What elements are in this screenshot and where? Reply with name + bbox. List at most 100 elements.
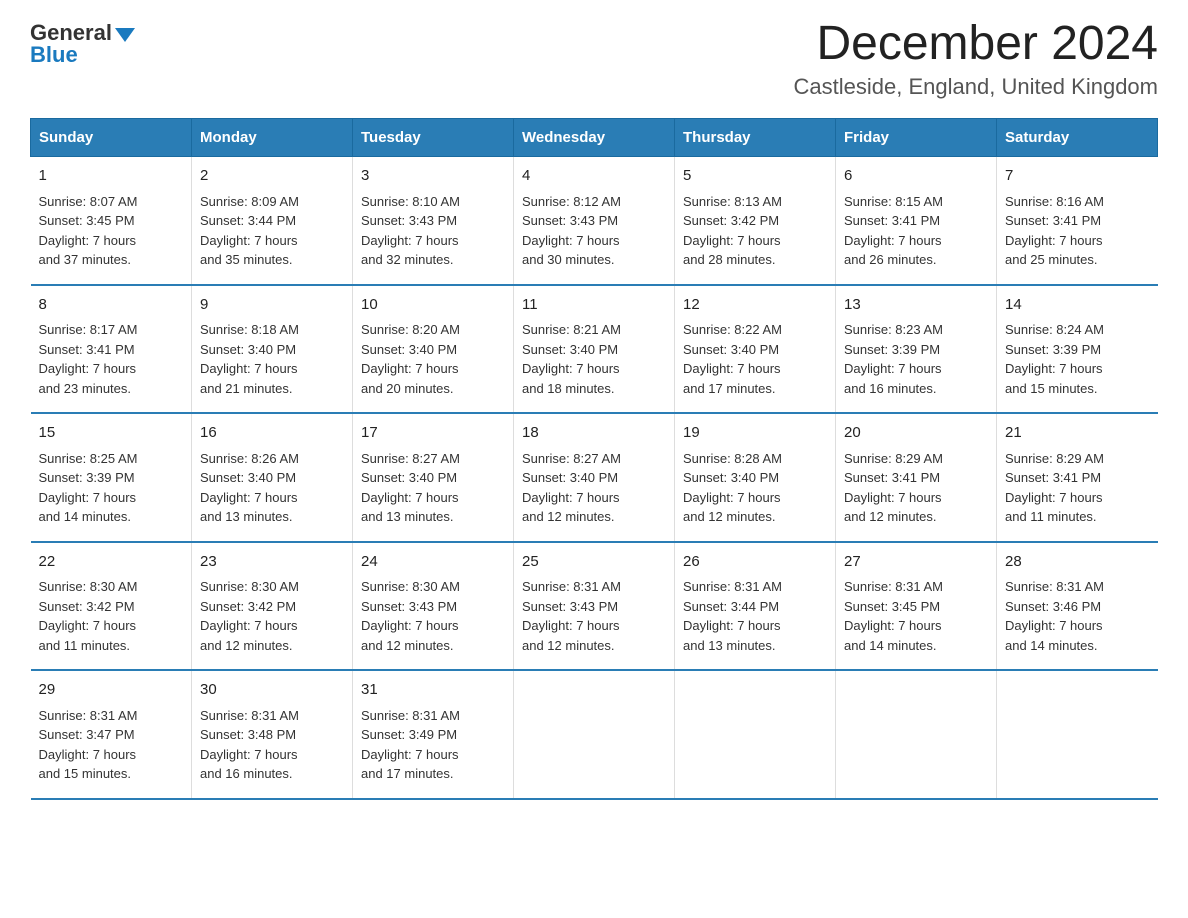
header-wednesday: Wednesday (514, 119, 675, 157)
table-row: 23 Sunrise: 8:30 AM Sunset: 3:42 PM Dayl… (192, 542, 353, 671)
daylight-info-2: and 28 minutes. (683, 250, 827, 270)
sunrise-info: Sunrise: 8:17 AM (39, 320, 184, 340)
calendar-week-row: 29 Sunrise: 8:31 AM Sunset: 3:47 PM Dayl… (31, 670, 1158, 799)
table-row: 27 Sunrise: 8:31 AM Sunset: 3:45 PM Dayl… (836, 542, 997, 671)
daylight-info-2: and 12 minutes. (683, 507, 827, 527)
sunset-info: Sunset: 3:40 PM (361, 468, 505, 488)
daylight-info-2: and 16 minutes. (200, 764, 344, 784)
day-number: 24 (361, 551, 505, 574)
sunset-info: Sunset: 3:41 PM (1005, 211, 1150, 231)
day-number: 29 (39, 679, 184, 702)
sunset-info: Sunset: 3:43 PM (522, 597, 666, 617)
day-number: 11 (522, 294, 666, 317)
day-number: 2 (200, 165, 344, 188)
daylight-info-2: and 25 minutes. (1005, 250, 1150, 270)
table-row (514, 670, 675, 799)
page-header: General Blue December 2024 Castleside, E… (30, 20, 1158, 100)
sunrise-info: Sunrise: 8:29 AM (844, 449, 988, 469)
daylight-info: Daylight: 7 hours (200, 616, 344, 636)
table-row: 9 Sunrise: 8:18 AM Sunset: 3:40 PM Dayli… (192, 285, 353, 414)
table-row: 30 Sunrise: 8:31 AM Sunset: 3:48 PM Dayl… (192, 670, 353, 799)
table-row: 25 Sunrise: 8:31 AM Sunset: 3:43 PM Dayl… (514, 542, 675, 671)
daylight-info: Daylight: 7 hours (361, 359, 505, 379)
day-number: 23 (200, 551, 344, 574)
daylight-info: Daylight: 7 hours (39, 488, 184, 508)
daylight-info-2: and 32 minutes. (361, 250, 505, 270)
daylight-info: Daylight: 7 hours (683, 359, 827, 379)
day-number: 5 (683, 165, 827, 188)
table-row: 29 Sunrise: 8:31 AM Sunset: 3:47 PM Dayl… (31, 670, 192, 799)
location-subtitle: Castleside, England, United Kingdom (794, 74, 1158, 100)
daylight-info: Daylight: 7 hours (200, 359, 344, 379)
day-number: 7 (1005, 165, 1150, 188)
logo-blue-text: Blue (30, 42, 78, 68)
sunset-info: Sunset: 3:42 PM (200, 597, 344, 617)
day-number: 31 (361, 679, 505, 702)
sunrise-info: Sunrise: 8:30 AM (361, 577, 505, 597)
sunrise-info: Sunrise: 8:07 AM (39, 192, 184, 212)
sunrise-info: Sunrise: 8:24 AM (1005, 320, 1150, 340)
daylight-info-2: and 26 minutes. (844, 250, 988, 270)
day-number: 28 (1005, 551, 1150, 574)
sunrise-info: Sunrise: 8:13 AM (683, 192, 827, 212)
sunrise-info: Sunrise: 8:26 AM (200, 449, 344, 469)
day-number: 20 (844, 422, 988, 445)
table-row: 24 Sunrise: 8:30 AM Sunset: 3:43 PM Dayl… (353, 542, 514, 671)
daylight-info-2: and 37 minutes. (39, 250, 184, 270)
daylight-info-2: and 14 minutes. (1005, 636, 1150, 656)
sunrise-info: Sunrise: 8:10 AM (361, 192, 505, 212)
sunrise-info: Sunrise: 8:23 AM (844, 320, 988, 340)
month-year-title: December 2024 (794, 20, 1158, 68)
day-number: 8 (39, 294, 184, 317)
table-row (675, 670, 836, 799)
table-row (836, 670, 997, 799)
daylight-info-2: and 15 minutes. (39, 764, 184, 784)
sunrise-info: Sunrise: 8:31 AM (39, 706, 184, 726)
sunset-info: Sunset: 3:40 PM (522, 340, 666, 360)
sunset-info: Sunset: 3:41 PM (1005, 468, 1150, 488)
sunrise-info: Sunrise: 8:31 AM (361, 706, 505, 726)
table-row: 22 Sunrise: 8:30 AM Sunset: 3:42 PM Dayl… (31, 542, 192, 671)
sunset-info: Sunset: 3:39 PM (1005, 340, 1150, 360)
table-row: 8 Sunrise: 8:17 AM Sunset: 3:41 PM Dayli… (31, 285, 192, 414)
sunrise-info: Sunrise: 8:31 AM (844, 577, 988, 597)
header-sunday: Sunday (31, 119, 192, 157)
sunrise-info: Sunrise: 8:22 AM (683, 320, 827, 340)
table-row: 18 Sunrise: 8:27 AM Sunset: 3:40 PM Dayl… (514, 413, 675, 542)
daylight-info: Daylight: 7 hours (39, 616, 184, 636)
daylight-info: Daylight: 7 hours (1005, 616, 1150, 636)
daylight-info: Daylight: 7 hours (683, 616, 827, 636)
sunset-info: Sunset: 3:44 PM (683, 597, 827, 617)
table-row: 3 Sunrise: 8:10 AM Sunset: 3:43 PM Dayli… (353, 157, 514, 285)
sunrise-info: Sunrise: 8:28 AM (683, 449, 827, 469)
sunset-info: Sunset: 3:40 PM (200, 340, 344, 360)
daylight-info-2: and 23 minutes. (39, 379, 184, 399)
header-saturday: Saturday (997, 119, 1158, 157)
sunset-info: Sunset: 3:42 PM (39, 597, 184, 617)
calendar-body: 1 Sunrise: 8:07 AM Sunset: 3:45 PM Dayli… (31, 157, 1158, 799)
day-number: 17 (361, 422, 505, 445)
calendar-header: Sunday Monday Tuesday Wednesday Thursday… (31, 119, 1158, 157)
day-number: 19 (683, 422, 827, 445)
daylight-info-2: and 12 minutes. (522, 636, 666, 656)
daylight-info-2: and 18 minutes. (522, 379, 666, 399)
sunrise-info: Sunrise: 8:18 AM (200, 320, 344, 340)
calendar-week-row: 1 Sunrise: 8:07 AM Sunset: 3:45 PM Dayli… (31, 157, 1158, 285)
daylight-info-2: and 17 minutes. (361, 764, 505, 784)
table-row: 10 Sunrise: 8:20 AM Sunset: 3:40 PM Dayl… (353, 285, 514, 414)
header-thursday: Thursday (675, 119, 836, 157)
table-row: 31 Sunrise: 8:31 AM Sunset: 3:49 PM Dayl… (353, 670, 514, 799)
table-row: 5 Sunrise: 8:13 AM Sunset: 3:42 PM Dayli… (675, 157, 836, 285)
sunrise-info: Sunrise: 8:31 AM (522, 577, 666, 597)
table-row (997, 670, 1158, 799)
table-row: 4 Sunrise: 8:12 AM Sunset: 3:43 PM Dayli… (514, 157, 675, 285)
table-row: 17 Sunrise: 8:27 AM Sunset: 3:40 PM Dayl… (353, 413, 514, 542)
day-number: 4 (522, 165, 666, 188)
sunrise-info: Sunrise: 8:30 AM (200, 577, 344, 597)
daylight-info: Daylight: 7 hours (522, 616, 666, 636)
daylight-info-2: and 13 minutes. (200, 507, 344, 527)
sunrise-info: Sunrise: 8:30 AM (39, 577, 184, 597)
daylight-info: Daylight: 7 hours (39, 745, 184, 765)
day-number: 25 (522, 551, 666, 574)
header-friday: Friday (836, 119, 997, 157)
